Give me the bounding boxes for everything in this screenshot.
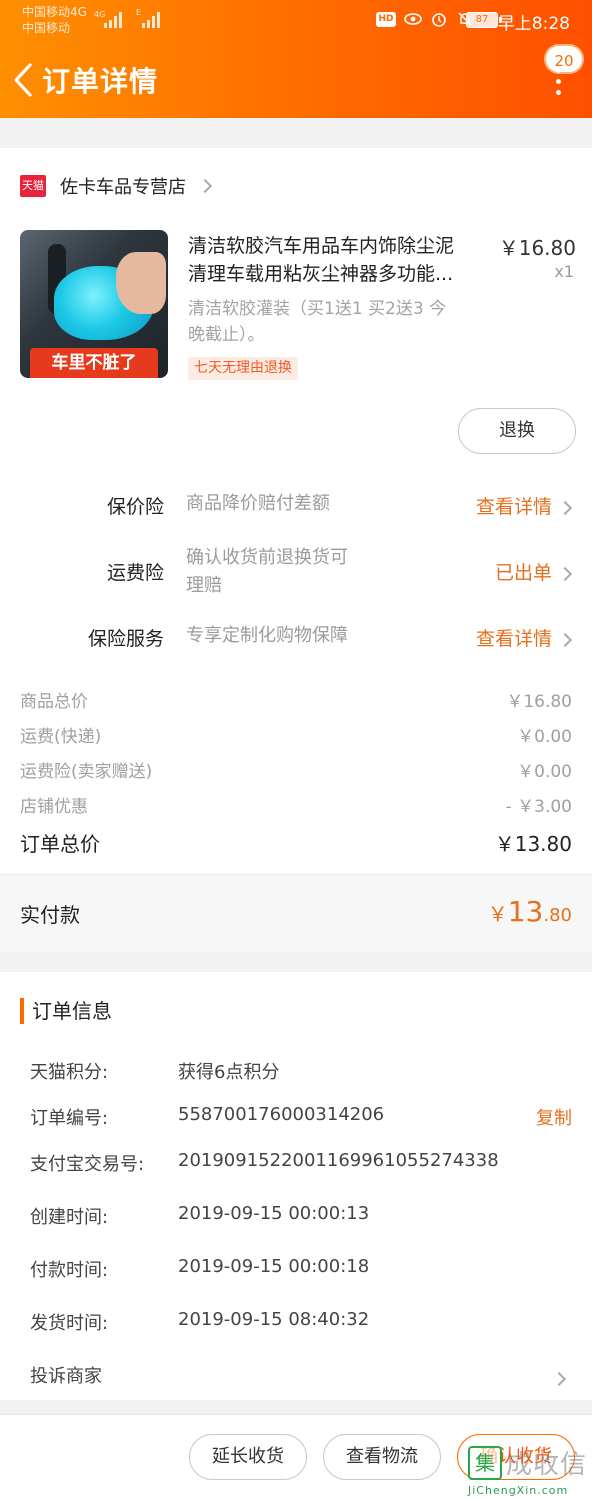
fee-value: - ￥3.00: [505, 797, 572, 817]
info-value: 2019-09-15 00:00:18: [178, 1256, 370, 1277]
info-key: 付款时间:: [30, 1260, 109, 1281]
insurance-label: 运费险: [106, 562, 164, 584]
fee-label: 运费(快递): [20, 727, 102, 747]
header-bar: 中国移动4G 中国移动 4G E HD 87 早上8:28 订单详情 20: [0, 0, 592, 118]
fee-row-store-discount: 店铺优惠 - ￥3.00: [20, 792, 572, 818]
fee-row-goods-total: 商品总价 ￥16.80: [20, 687, 572, 713]
fee-value: ￥16.80: [506, 692, 572, 712]
more-menu-button[interactable]: [554, 68, 562, 96]
return-exchange-button[interactable]: 退换: [458, 408, 576, 454]
complaint-label: 投诉商家: [30, 1366, 102, 1387]
order-info-heading: 订单信息: [20, 998, 112, 1024]
info-key: 发货时间:: [30, 1313, 109, 1334]
insurance-row-service[interactable]: 保险服务 专享定制化购物保障 查看详情: [0, 622, 592, 652]
signal-icon-2: [142, 10, 160, 28]
fee-label: 运费险(卖家赠送): [20, 762, 153, 782]
actual-payment-label: 实付款: [20, 903, 80, 927]
insurance-label: 保险服务: [87, 628, 164, 650]
status-icons: HD: [376, 10, 474, 28]
info-key: 天猫积分:: [30, 1062, 109, 1083]
fee-value: ￥0.00: [517, 727, 572, 747]
insurance-row-price-protection[interactable]: 保价险 商品降价赔付差额 查看详情: [0, 490, 592, 520]
site-watermark: 集 成收信 JiChengXin.com: [468, 1444, 588, 1498]
product-spec-line1: 清洁软胶灌装（买1送1 买2送3 今: [188, 299, 447, 319]
clock: 早上8:28: [497, 14, 570, 34]
insurance-action[interactable]: 查看详情: [476, 624, 552, 651]
insurance-action[interactable]: 查看详情: [476, 492, 552, 519]
chevron-right-icon: [197, 178, 213, 194]
watermark-url: JiChengXin.com: [468, 1484, 569, 1497]
store-link[interactable]: 天猫 佐卡车品专营店: [20, 172, 213, 200]
insurance-row-shipping[interactable]: 运费险 确认收货前退换货可 理赔 已出单: [0, 542, 592, 602]
product-title[interactable]: 清洁软胶汽车用品车内饰除尘泥 清理车载用粘灰尘神器多功能...: [188, 232, 488, 288]
info-value: 2019091522001169961055274338: [178, 1150, 499, 1171]
info-value: 2019-09-15 00:00:13: [178, 1203, 370, 1224]
order-detail-page: 中国移动4G 中国移动 4G E HD 87 早上8:28 订单详情 20 天猫…: [0, 0, 592, 1500]
view-logistics-button[interactable]: 查看物流: [323, 1434, 441, 1480]
insurance-action[interactable]: 已出单: [495, 558, 552, 585]
product-price: ￥16.80: [498, 236, 576, 260]
actual-payment-value: ￥13.80: [488, 895, 572, 928]
message-count-badge[interactable]: 20: [544, 44, 584, 74]
carrier-1: 中国移动4G: [22, 5, 87, 19]
tmall-logo-icon: 天猫: [20, 175, 46, 197]
fee-row-shipping: 运费(快递) ￥0.00: [20, 722, 572, 748]
chevron-right-icon: [557, 500, 573, 516]
chevron-right-icon: [551, 1371, 567, 1387]
info-key: 创建时间:: [30, 1207, 109, 1228]
currency-symbol: ￥: [487, 902, 508, 926]
network-type-2: E: [136, 8, 142, 17]
fee-label: 店铺优惠: [20, 797, 88, 817]
hand-shape: [116, 252, 166, 314]
product-spec-line2: 晚截止）。: [188, 325, 265, 345]
product-spec: 清洁软胶灌装（买1送1 买2送3 今 晚截止）。: [188, 296, 488, 348]
status-bar: 中国移动4G 中国移动 4G E HD 87 早上8:28: [0, 0, 592, 40]
product-quantity: x1: [554, 262, 574, 281]
store-name: 佐卡车品专营店: [60, 177, 186, 198]
product-title-line1: 清洁软胶汽车用品车内饰除尘泥: [188, 235, 455, 257]
info-value: 获得6点积分: [178, 1062, 280, 1083]
info-key: 订单编号:: [30, 1108, 109, 1129]
amount-decimal: .80: [543, 905, 572, 926]
battery-icon: 87: [466, 12, 501, 28]
signal-icon: [104, 10, 122, 28]
fee-value: ￥0.00: [517, 762, 572, 782]
return-policy-tag: 七天无理由退换: [188, 357, 298, 380]
complaint-row[interactable]: 投诉商家: [30, 1362, 572, 1388]
insurance-label: 保价险: [106, 496, 164, 518]
extend-receipt-button[interactable]: 延长收货: [189, 1434, 307, 1480]
watermark-text: 成收信: [506, 1450, 588, 1480]
back-arrow-icon: [14, 63, 32, 97]
copy-button[interactable]: 复制: [536, 1104, 572, 1130]
product-image[interactable]: 车里不脏了: [20, 230, 168, 378]
order-total-row: 订单总价 ￥13.80: [20, 828, 572, 857]
fee-row-shipping-insurance: 运费险(卖家赠送) ￥0.00: [20, 757, 572, 783]
hd-icon: HD: [376, 11, 396, 27]
alarm-icon: [430, 10, 448, 28]
info-value: 558700176000314206: [178, 1104, 385, 1125]
insurance-desc: 专享定制化购物保障: [186, 625, 348, 646]
product-image-caption: 车里不脏了: [30, 348, 158, 378]
insurance-desc: 确认收货前退换货可 理赔: [186, 544, 386, 600]
order-total-value: ￥13.80: [494, 832, 572, 856]
insurance-desc: 商品降价赔付差额: [186, 493, 330, 514]
back-button[interactable]: [10, 62, 36, 98]
insurance-desc-line2: 理赔: [186, 575, 222, 596]
info-value: 2019-09-15 08:40:32: [178, 1309, 370, 1330]
eye-icon: [404, 10, 422, 28]
chevron-right-icon: [557, 632, 573, 648]
chevron-right-icon: [557, 566, 573, 582]
order-total-label: 订单总价: [20, 832, 100, 856]
product-title-line2: 清理车载用粘灰尘神器多功能...: [188, 263, 454, 285]
page-title: 订单详情: [42, 65, 159, 98]
carrier-info: 中国移动4G 中国移动: [22, 4, 87, 36]
info-key: 支付宝交易号:: [30, 1154, 145, 1175]
insurance-desc-line1: 确认收货前退换货可: [186, 547, 348, 568]
carrier-2: 中国移动: [22, 21, 71, 35]
order-info-card: [0, 972, 592, 1400]
actual-payment-row: 实付款 ￥13.80: [0, 874, 592, 952]
watermark-logo-icon: 集: [468, 1446, 502, 1480]
fee-label: 商品总价: [20, 692, 88, 712]
amount-integer: 13: [507, 895, 544, 928]
